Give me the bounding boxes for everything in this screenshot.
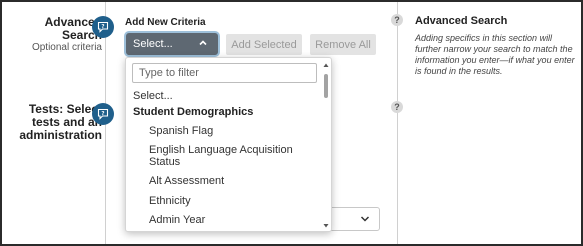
add-selected-button[interactable]: Add Selected [226,34,302,55]
section-labels: Advanced Search Optional criteria Tests:… [2,2,106,244]
scroll-down-arrow-icon[interactable] [323,223,329,229]
criteria-dropdown[interactable]: Select... Student Demographics Spanish F… [125,57,332,232]
option-alt-assessment[interactable]: Alt Assessment [149,175,224,187]
option-english-language-acquisition-status-line2[interactable]: Status [149,156,180,168]
option-admin-year[interactable]: Admin Year [149,214,205,226]
chevron-down-icon [360,216,370,222]
advanced-search-panel: Advanced Search Optional criteria Tests:… [0,0,583,246]
add-new-criteria-label: Add New Criteria [125,17,206,28]
option-english-language-acquisition-status[interactable]: English Language Acquisition [149,144,293,156]
dropdown-scrollbar-thumb[interactable] [324,74,328,98]
criteria-select-button[interactable]: Select... [126,33,218,55]
help-chat-icon[interactable]: ? [92,16,114,38]
filter-input[interactable] [132,63,317,83]
scroll-up-arrow-icon[interactable] [323,62,329,68]
svg-text:?: ? [101,111,104,117]
advanced-search-subtitle: Optional criteria [31,42,102,53]
option-spanish-flag[interactable]: Spanish Flag [149,125,213,137]
option-select[interactable]: Select... [133,90,173,102]
option-group-student-demographics: Student Demographics [133,106,254,118]
help-panel-title: Advanced Search [415,15,508,27]
question-icon[interactable]: ? [391,14,403,26]
chevron-up-icon [199,40,207,46]
svg-text:?: ? [101,24,104,30]
divider-right [397,2,398,244]
option-ethnicity[interactable]: Ethnicity [149,195,191,207]
help-chat-icon[interactable]: ? [92,103,114,125]
question-icon[interactable]: ? [391,101,403,113]
tests-title-line3: administration [19,128,102,142]
help-panel-body: Adding specifics in this section will fu… [415,33,575,76]
remove-all-button[interactable]: Remove All [310,34,376,55]
criteria-select-label: Select... [133,38,173,50]
